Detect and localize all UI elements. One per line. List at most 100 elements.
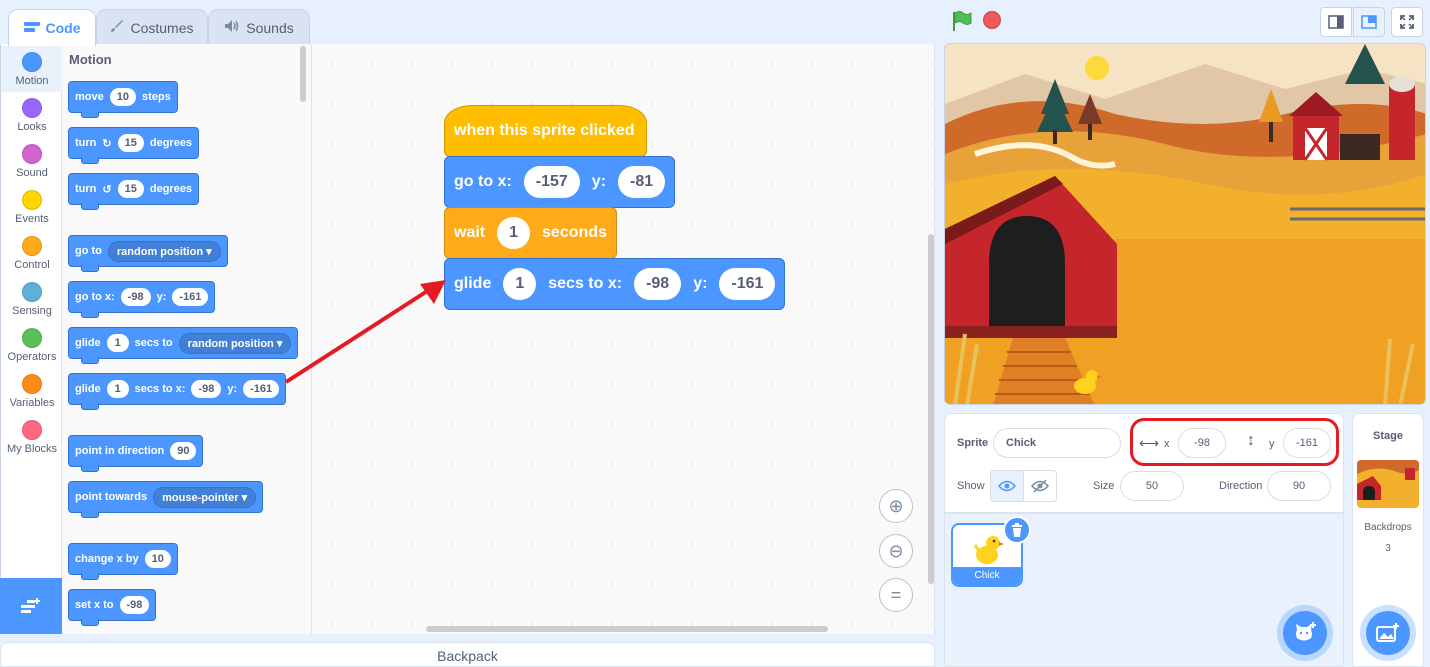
category-variables[interactable]: Variables xyxy=(1,368,63,414)
block-set-x[interactable]: set x to -98 xyxy=(68,589,157,626)
normal-stage-button[interactable] xyxy=(1353,7,1385,37)
x-input[interactable]: -98 xyxy=(634,268,682,300)
trash-icon xyxy=(1012,523,1022,537)
secs-input[interactable]: 1 xyxy=(497,217,531,249)
small-stage-icon xyxy=(1328,15,1344,29)
y-label: y xyxy=(1269,438,1275,450)
annotation-arrow xyxy=(284,280,446,384)
y-arrows-icon: ↕ xyxy=(1247,432,1255,449)
category-sensing[interactable]: Sensing xyxy=(1,276,63,322)
sensing-color-dot xyxy=(22,282,42,302)
category-events[interactable]: Events xyxy=(1,184,63,230)
hat-block-when-sprite-clicked[interactable]: when this sprite clicked xyxy=(444,105,647,157)
block-glide-to[interactable]: glide 1 secs to random position ▾ xyxy=(68,327,299,364)
x-arrows-icon: ⟷ xyxy=(1139,435,1160,451)
zoom-reset-button[interactable]: = xyxy=(879,578,913,612)
events-color-dot xyxy=(22,190,42,210)
direction-field[interactable]: 90 xyxy=(1267,471,1331,501)
glide-target-dropdown[interactable]: random position ▾ xyxy=(178,332,292,354)
x-input[interactable]: -98 xyxy=(120,288,151,306)
add-extension-button[interactable] xyxy=(0,578,62,634)
tab-sounds[interactable]: Sounds xyxy=(208,9,310,45)
show-sprite-button[interactable] xyxy=(990,470,1024,502)
script-block-go-to-xy[interactable]: go to x: -157 y: -81 xyxy=(444,156,676,208)
go-to-target-dropdown[interactable]: random position ▾ xyxy=(107,240,221,262)
script-horizontal-scrollbar[interactable] xyxy=(426,626,828,632)
block-turn-left[interactable]: turn ↺ 15 degrees xyxy=(68,173,200,210)
set-x-input[interactable]: -98 xyxy=(119,596,150,614)
tab-code-label: Code xyxy=(45,20,81,36)
backpack[interactable]: Backpack xyxy=(0,642,935,667)
block-glide-to-xy[interactable]: glide 1 secs to x: -98 y: -161 xyxy=(68,373,287,410)
choose-backdrop-button[interactable] xyxy=(1366,611,1410,655)
small-stage-button[interactable] xyxy=(1320,7,1352,37)
y-input[interactable]: -161 xyxy=(172,288,209,306)
eye-icon xyxy=(998,480,1016,492)
block-turn-right[interactable]: turn ↻ 15 degrees xyxy=(68,127,200,164)
point-towards-dropdown[interactable]: mouse-pointer ▾ xyxy=(153,486,257,508)
category-label: Sensing xyxy=(12,305,52,317)
block-text: secs to x: xyxy=(134,383,186,395)
degrees-input[interactable]: 15 xyxy=(117,134,144,152)
zoom-out-button[interactable]: ⊖ xyxy=(879,534,913,568)
green-flag-button[interactable] xyxy=(950,10,972,37)
normal-stage-icon xyxy=(1361,15,1377,29)
fullscreen-button[interactable] xyxy=(1391,7,1423,37)
x-input[interactable]: -98 xyxy=(191,380,222,398)
category-sound[interactable]: Sound xyxy=(1,138,63,184)
sprite-label: Sprite xyxy=(957,437,989,449)
green-flag-icon xyxy=(953,11,972,31)
script-block-wait[interactable]: wait 1 seconds xyxy=(444,207,617,259)
block-point-in-direction[interactable]: point in direction 90 xyxy=(68,435,204,472)
steps-input[interactable]: 10 xyxy=(109,88,136,106)
block-point-towards[interactable]: point towards mouse-pointer ▾ xyxy=(68,481,264,518)
block-text: go to x: xyxy=(454,173,512,190)
stage-panel-title: Stage xyxy=(1373,430,1403,442)
secs-input[interactable]: 1 xyxy=(106,334,129,352)
secs-input[interactable]: 1 xyxy=(106,380,129,398)
block-move-steps[interactable]: move 10 steps xyxy=(68,81,178,118)
palette-scrollbar[interactable] xyxy=(300,46,306,102)
category-my-blocks[interactable]: My Blocks xyxy=(1,414,63,460)
size-field[interactable]: 50 xyxy=(1120,471,1184,501)
x-position-field[interactable]: -98 xyxy=(1178,428,1226,458)
block-go-to[interactable]: go to random position ▾ xyxy=(68,235,228,272)
category-control[interactable]: Control xyxy=(1,230,63,276)
hide-sprite-button[interactable] xyxy=(1023,470,1057,502)
category-label: Control xyxy=(14,259,50,271)
control-color-dot xyxy=(22,236,42,256)
y-input[interactable]: -161 xyxy=(719,268,776,300)
size-label: Size xyxy=(1093,480,1115,492)
block-change-x[interactable]: change x by 10 xyxy=(68,543,178,580)
tab-code[interactable]: Code xyxy=(8,9,96,46)
block-go-to-xy[interactable]: go to x: -98 y: -161 xyxy=(68,281,216,318)
y-input[interactable]: -81 xyxy=(618,166,666,198)
block-text: y: xyxy=(227,383,238,395)
category-looks[interactable]: Looks xyxy=(1,92,63,138)
degrees-input[interactable]: 15 xyxy=(117,180,144,198)
speaker-icon xyxy=(224,19,240,36)
fullscreen-icon xyxy=(1400,15,1414,29)
secs-input[interactable]: 1 xyxy=(503,268,537,300)
stop-button[interactable] xyxy=(983,11,1001,29)
change-x-input[interactable]: 10 xyxy=(144,550,171,568)
x-input[interactable]: -157 xyxy=(523,166,580,198)
script-block-glide[interactable]: glide 1 secs to x: -98 y: -161 xyxy=(444,258,786,310)
block-text: go to xyxy=(75,245,102,257)
delete-sprite-button[interactable] xyxy=(1003,516,1031,544)
y-position-field[interactable]: -161 xyxy=(1283,428,1331,458)
stage-canvas[interactable] xyxy=(944,43,1426,405)
block-text: seconds xyxy=(542,224,607,241)
script-vertical-scrollbar[interactable] xyxy=(928,234,934,584)
cat-add-icon xyxy=(1296,622,1316,641)
category-motion[interactable]: Motion xyxy=(1,46,63,92)
category-operators[interactable]: Operators xyxy=(1,322,63,368)
zoom-in-button[interactable]: ⊕ xyxy=(879,489,913,523)
barn-backdrop-image xyxy=(945,44,1425,404)
sprite-name-field[interactable]: Chick xyxy=(993,428,1121,458)
rotate-counterclockwise-icon: ↺ xyxy=(102,183,112,196)
choose-sprite-button[interactable] xyxy=(1283,611,1327,655)
tab-costumes[interactable]: Costumes xyxy=(96,9,208,45)
direction-input[interactable]: 90 xyxy=(170,442,197,460)
y-input[interactable]: -161 xyxy=(243,380,280,398)
